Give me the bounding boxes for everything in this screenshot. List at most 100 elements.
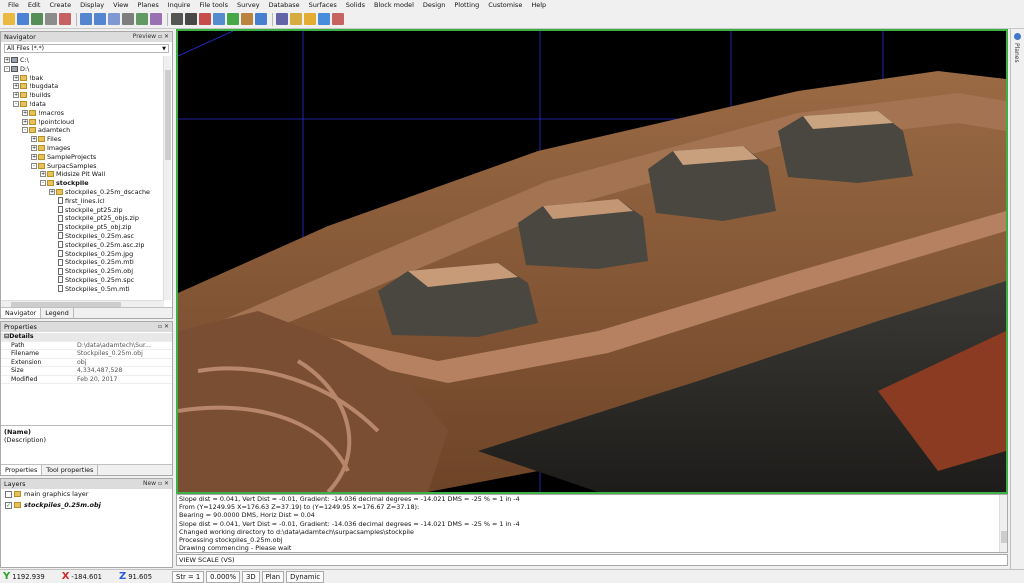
tab-navigator[interactable]: Navigator xyxy=(1,308,42,318)
zoom-field[interactable]: 0.000% xyxy=(206,570,241,583)
layer-visibility-checkbox[interactable] xyxy=(5,490,12,498)
tab-properties[interactable]: Properties xyxy=(1,465,43,475)
expand-icon[interactable]: + xyxy=(49,188,55,195)
pan-icon[interactable] xyxy=(136,13,148,25)
select-icon[interactable] xyxy=(171,13,183,25)
menu-display[interactable]: Display xyxy=(80,0,104,10)
collapse-icon[interactable]: - xyxy=(31,162,37,169)
open-icon[interactable] xyxy=(17,13,29,25)
tree-item[interactable]: Stockpiles_0.25m.obj xyxy=(1,267,164,276)
globe-icon[interactable] xyxy=(1014,33,1021,40)
tree-item[interactable]: + stockpiles_0.25m_dscache xyxy=(1,188,164,197)
line-icon[interactable] xyxy=(199,13,211,25)
collapse-icon[interactable]: - xyxy=(40,180,46,187)
menu-block-model[interactable]: Block model xyxy=(374,0,414,10)
tree-item[interactable]: - stockpile xyxy=(1,179,164,188)
grid-icon[interactable] xyxy=(255,13,267,25)
view-plan-button[interactable]: Plan xyxy=(261,570,285,583)
layer-visibility-checkbox[interactable]: ✓ xyxy=(5,501,12,509)
sun-icon[interactable] xyxy=(304,13,316,25)
menu-surfaces[interactable]: Surfaces xyxy=(309,0,337,10)
close-icon[interactable]: ✕ xyxy=(164,323,169,330)
cut-icon[interactable] xyxy=(59,13,71,25)
pointer-icon[interactable] xyxy=(185,13,197,25)
tree-item[interactable]: - !data xyxy=(1,100,164,109)
measure-icon[interactable] xyxy=(241,13,253,25)
property-row[interactable]: Filename Stockpiles_0.25m.obj xyxy=(1,350,172,359)
property-row[interactable]: Path D:\data\adamtech\Sur... xyxy=(1,342,172,350)
expand-icon[interactable]: + xyxy=(22,109,28,116)
menu-create[interactable]: Create xyxy=(49,0,71,10)
menu-plotting[interactable]: Plotting xyxy=(454,0,479,10)
point-icon[interactable] xyxy=(227,13,239,25)
tree-item[interactable]: + !builds xyxy=(1,91,164,100)
property-row[interactable]: Size 4,334,487,528 xyxy=(1,367,172,376)
rotate-icon[interactable] xyxy=(150,13,162,25)
menu-edit[interactable]: Edit xyxy=(28,0,41,10)
tree-item[interactable]: Stockpiles_0.5m.mtl xyxy=(1,285,164,294)
tree-item[interactable]: first_lines.lcl xyxy=(1,197,164,206)
tree-item[interactable]: - adamtech xyxy=(1,126,164,135)
preview-button[interactable]: Preview xyxy=(133,33,156,40)
properties-section[interactable]: ⊟ Details xyxy=(1,333,172,342)
float-icon[interactable]: ▫ xyxy=(158,323,162,330)
expand-icon[interactable]: + xyxy=(40,171,46,178)
polygon-icon[interactable] xyxy=(213,13,225,25)
new-icon[interactable] xyxy=(3,13,15,25)
tree-item[interactable]: stockpile_pt25_objs.zip xyxy=(1,214,164,223)
view-dynamic-button[interactable]: Dynamic xyxy=(286,570,325,583)
tree-item[interactable]: + !macros xyxy=(1,109,164,118)
expand-icon[interactable]: + xyxy=(4,57,10,63)
tree-item[interactable]: Stockpiles_0.25m.jpg xyxy=(1,250,164,259)
file-filter-select[interactable]: All Files (*.*) ▼ xyxy=(4,44,169,53)
collapse-icon[interactable]: - xyxy=(4,65,10,72)
tree-item[interactable]: + !bak xyxy=(1,74,164,83)
console-scrollbar[interactable] xyxy=(999,495,1007,552)
redo-icon[interactable] xyxy=(94,13,106,25)
tree-item[interactable]: + SampleProjects xyxy=(1,153,164,162)
tree-item[interactable]: + !pointcloud xyxy=(1,118,164,127)
property-row[interactable]: Modified Feb 20, 2017 xyxy=(1,376,172,384)
menu-file-tools[interactable]: File tools xyxy=(199,0,228,10)
undo-icon[interactable] xyxy=(80,13,92,25)
tab-tool-properties[interactable]: Tool properties xyxy=(42,465,99,475)
layer-item[interactable]: main graphics layer xyxy=(1,489,172,500)
menu-survey[interactable]: Survey xyxy=(237,0,260,10)
expand-icon[interactable]: + xyxy=(22,118,28,125)
menu-planes[interactable]: Planes xyxy=(138,0,159,10)
expand-icon[interactable]: + xyxy=(13,74,19,81)
tree-item[interactable]: Stockpiles_0.25m.mtl xyxy=(1,258,164,267)
close-icon[interactable]: ✕ xyxy=(164,480,169,487)
menu-inquire[interactable]: Inquire xyxy=(168,0,191,10)
new-layer-button[interactable]: New xyxy=(143,480,156,487)
expand-icon[interactable]: + xyxy=(31,136,37,143)
tree-item[interactable]: + Midsize Pit Wall xyxy=(1,170,164,179)
planes-tab[interactable]: Planes xyxy=(1013,43,1020,63)
tools-icon[interactable] xyxy=(332,13,344,25)
tree-item[interactable]: stockpiles_0.25m.asc.zip xyxy=(1,241,164,250)
menu-design[interactable]: Design xyxy=(423,0,445,10)
tree-item[interactable]: stockpile_pt25.zip xyxy=(1,206,164,215)
view-3d-button[interactable]: 3D xyxy=(242,570,260,583)
layer-icon[interactable] xyxy=(276,13,288,25)
expand-icon[interactable]: + xyxy=(31,144,37,151)
expand-icon[interactable]: + xyxy=(13,83,19,90)
command-line[interactable]: VIEW SCALE (VS) xyxy=(176,554,1008,566)
menu-help[interactable]: Help xyxy=(531,0,546,10)
close-icon[interactable]: ✕ xyxy=(164,33,169,40)
tree-vertical-scrollbar[interactable] xyxy=(163,56,171,300)
expand-icon[interactable]: + xyxy=(31,153,37,160)
menu-database[interactable]: Database xyxy=(269,0,300,10)
save-icon[interactable] xyxy=(31,13,43,25)
graphics-viewport[interactable] xyxy=(176,29,1008,494)
tree-item[interactable]: - SurpacSamples xyxy=(1,162,164,171)
menu-solids[interactable]: Solids xyxy=(346,0,365,10)
layer-item[interactable]: ✓ stockpiles_0.25m.obj xyxy=(1,500,172,511)
print-icon[interactable] xyxy=(45,13,57,25)
redraw-icon[interactable] xyxy=(108,13,120,25)
menu-customise[interactable]: Customise xyxy=(488,0,522,10)
tree-item[interactable]: + !bugdata xyxy=(1,82,164,91)
globe-icon[interactable] xyxy=(318,13,330,25)
tree-item[interactable]: - D:\ xyxy=(1,65,164,74)
float-icon[interactable]: ▫ xyxy=(158,480,162,487)
